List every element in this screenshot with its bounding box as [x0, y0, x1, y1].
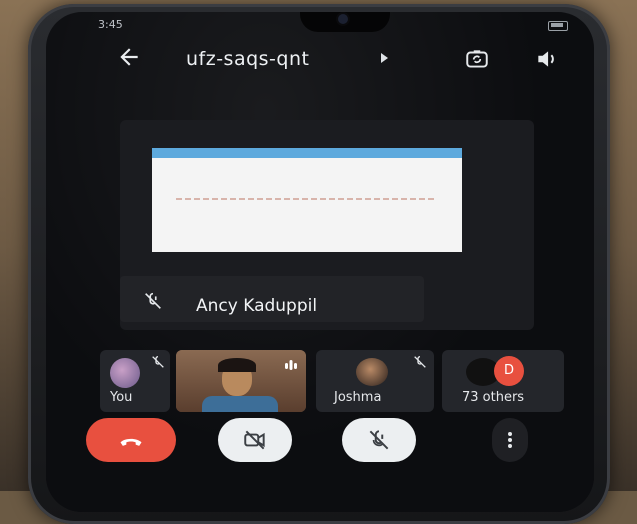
participant-label: Joshma [334, 390, 382, 405]
mic-off-icon [142, 290, 164, 312]
mic-off-icon [150, 354, 166, 370]
avatar [356, 358, 388, 386]
participant-label: 73 others [462, 390, 525, 405]
mic-toggle-button[interactable] [342, 418, 416, 462]
participant-body [202, 396, 278, 412]
participant-hair [218, 358, 256, 372]
front-camera [338, 14, 348, 24]
mic-off-icon [412, 354, 428, 370]
navigation-bar [46, 478, 594, 512]
participant-video-tile[interactable] [176, 350, 306, 412]
end-call-icon [120, 438, 142, 446]
battery-icon [548, 21, 568, 31]
shared-presentation [152, 148, 462, 252]
end-call-button[interactable] [86, 418, 176, 462]
call-controls [46, 418, 594, 478]
participant-label: You [110, 390, 133, 405]
active-speaker-name: Ancy Kaduppil [196, 296, 318, 316]
avatar [110, 358, 140, 388]
meet-screen: 3:45 ufz-saqs-qnt Ancy Kaduppil You Josh… [46, 12, 594, 512]
flip-camera-icon[interactable] [464, 46, 490, 72]
meeting-topbar: ufz-saqs-qnt [46, 44, 594, 78]
more-vertical-icon [508, 432, 512, 448]
camera-off-icon [244, 430, 265, 450]
more-options-button[interactable] [492, 418, 528, 462]
presentation-text-line [176, 198, 436, 200]
mic-off-icon [369, 430, 389, 450]
audio-level-icon [284, 356, 298, 370]
camera-toggle-button[interactable] [218, 418, 292, 462]
speaker-icon[interactable] [534, 46, 560, 72]
avatar-initial: D [494, 356, 524, 386]
meeting-details-caret-icon[interactable] [381, 53, 388, 63]
participant-tile-others[interactable]: D 73 others [442, 350, 564, 412]
status-time: 3:45 [98, 18, 123, 31]
meeting-code[interactable]: ufz-saqs-qnt [186, 48, 309, 70]
participant-tile-you[interactable]: You [100, 350, 170, 412]
participant-tile-joshma[interactable]: Joshma [316, 350, 434, 412]
back-arrow-glyph [120, 48, 138, 66]
back-arrow-icon[interactable] [116, 44, 146, 74]
